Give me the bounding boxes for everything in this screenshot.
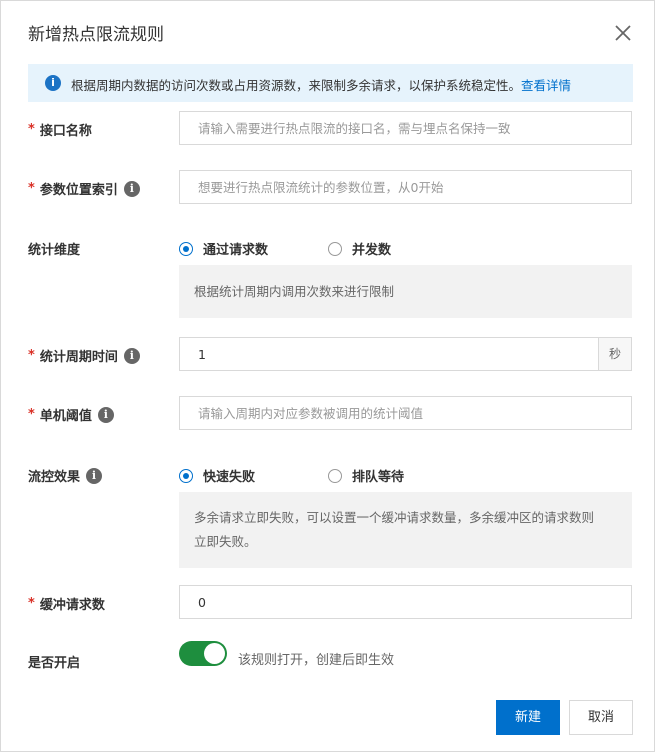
param-index-label: * 参数位置索引 i: [28, 179, 140, 198]
period-input[interactable]: [179, 337, 599, 371]
radio-label: 通过请求数: [203, 243, 269, 258]
dimension-hint-text: 根据统计周期内调用次数来进行限制: [194, 284, 395, 299]
dimension-label: 统计维度: [28, 239, 80, 258]
details-link[interactable]: 查看详情: [521, 78, 571, 93]
period-unit: 秒: [598, 337, 632, 371]
required-mark: *: [28, 348, 35, 363]
radio-unchecked-icon: [328, 241, 342, 256]
radio-fast-fail[interactable]: 快速失败: [179, 466, 255, 485]
dialog-title: 新增热点限流规则: [28, 25, 164, 45]
radio-label: 排队等待: [352, 470, 405, 485]
notice-message: 根据周期内数据的访问次数或占用资源数，来限制多余请求，以保护系统稳定性。: [71, 78, 522, 93]
required-mark: *: [28, 407, 35, 422]
enabled-label: 是否开启: [28, 652, 80, 671]
api-name-label-text: 接口名称: [39, 124, 92, 139]
help-icon[interactable]: i: [86, 467, 103, 484]
enable-toggle[interactable]: [179, 641, 227, 666]
buffer-label-text: 缓冲请求数: [39, 598, 105, 613]
threshold-label-text: 单机阈值: [39, 409, 92, 424]
threshold-input[interactable]: [179, 396, 632, 430]
required-mark: *: [28, 122, 35, 137]
notice-text: 根据周期内数据的访问次数或占用资源数，来限制多余请求，以保护系统稳定性。查看详情: [71, 75, 571, 94]
period-label-text: 统计周期时间: [39, 350, 118, 365]
create-button[interactable]: 新建: [496, 700, 560, 735]
required-mark: *: [28, 181, 35, 196]
dialog: 新增热点限流规则 i 根据周期内数据的访问次数或占用资源数，来限制多余请求，以保…: [0, 0, 655, 752]
radio-label: 快速失败: [203, 470, 256, 485]
help-icon[interactable]: i: [123, 347, 140, 364]
radio-checked-icon: [179, 241, 193, 256]
threshold-label: * 单机阈值 i: [28, 405, 114, 424]
api-name-label: * 接口名称: [28, 120, 92, 139]
toggle-description: 该规则打开，创建后即生效: [238, 653, 395, 668]
toggle-knob: [204, 643, 225, 664]
dimension-label-text: 统计维度: [28, 243, 81, 258]
info-notice: i 根据周期内数据的访问次数或占用资源数，来限制多余请求，以保护系统稳定性。查看…: [28, 64, 633, 102]
param-index-label-text: 参数位置索引: [39, 183, 118, 198]
buffer-label: * 缓冲请求数: [28, 594, 105, 613]
required-mark: *: [28, 596, 35, 611]
radio-checked-icon: [179, 468, 193, 483]
help-icon[interactable]: i: [123, 180, 140, 197]
param-index-input[interactable]: [179, 170, 632, 204]
api-name-input[interactable]: [179, 111, 632, 145]
close-icon[interactable]: [613, 23, 633, 43]
info-icon: i: [45, 75, 61, 91]
effect-label-text: 流控效果: [28, 470, 81, 485]
period-label: * 统计周期时间 i: [28, 346, 140, 365]
effect-hint: 多余请求立即失败，可以设置一个缓冲请求数量，多余缓冲区的请求数则 立即失败。: [179, 492, 632, 568]
radio-label: 并发数: [352, 243, 392, 258]
effect-hint-line2: 立即失败。: [194, 534, 257, 549]
dimension-hint: 根据统计周期内调用次数来进行限制: [179, 265, 632, 318]
buffer-input[interactable]: [179, 585, 632, 619]
cancel-button[interactable]: 取消: [569, 700, 633, 735]
help-icon[interactable]: i: [97, 406, 114, 423]
enabled-label-text: 是否开启: [28, 656, 81, 671]
effect-hint-line1: 多余请求立即失败，可以设置一个缓冲请求数量，多余缓冲区的请求数则: [194, 510, 595, 525]
radio-pass-requests[interactable]: 通过请求数: [179, 239, 268, 258]
effect-label: 流控效果 i: [28, 466, 103, 485]
radio-concurrency[interactable]: 并发数: [328, 239, 391, 258]
radio-unchecked-icon: [328, 468, 342, 483]
radio-queue-wait[interactable]: 排队等待: [328, 466, 404, 485]
